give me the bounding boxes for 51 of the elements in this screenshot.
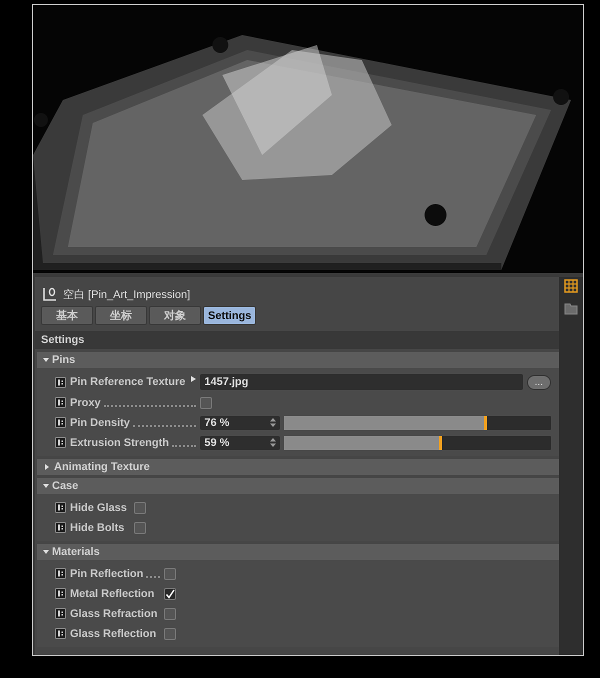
- triangle-icon[interactable]: [191, 376, 196, 382]
- tab[interactable]: 坐标: [95, 306, 147, 325]
- checkbox[interactable]: [164, 608, 176, 620]
- spinner-icon[interactable]: [270, 438, 276, 447]
- tab[interactable]: 基本: [41, 306, 93, 325]
- checkbox[interactable]: [164, 628, 176, 640]
- keyframe-icon[interactable]: [55, 588, 66, 599]
- parameter-label: Glass Refraction: [70, 608, 158, 620]
- number-field[interactable]: 76 %: [200, 416, 280, 430]
- parameter-label: Pin Reference Texture: [70, 376, 186, 388]
- checkbox[interactable]: [200, 396, 212, 408]
- browse-button[interactable]: ...: [526, 374, 551, 390]
- slider-fill[interactable]: [284, 436, 442, 450]
- folder-icon[interactable]: [564, 301, 578, 315]
- object-icon: [43, 286, 57, 302]
- section-header: Settings: [35, 331, 559, 349]
- keyframe-icon[interactable]: [55, 437, 66, 448]
- checkbox[interactable]: [134, 522, 146, 534]
- parameter-label: Extrusion Strength: [70, 436, 170, 448]
- keyframe-icon[interactable]: [55, 376, 66, 388]
- keyframe-icon[interactable]: [55, 397, 66, 408]
- keyframe-icon[interactable]: [55, 608, 66, 619]
- parameter-label: Proxy: [70, 396, 101, 408]
- group-header[interactable]: Case: [37, 478, 559, 494]
- parameter-label: Hide Bolts: [70, 522, 124, 534]
- slider-fill[interactable]: [284, 416, 487, 430]
- tab[interactable]: Settings: [203, 306, 256, 325]
- checkbox[interactable]: [164, 568, 176, 580]
- keyframe-icon[interactable]: [55, 628, 66, 639]
- parameter-label: Metal Reflection: [70, 588, 154, 600]
- file-field[interactable]: 1457.jpg: [200, 374, 523, 390]
- parameter-label: Hide Glass: [70, 502, 127, 514]
- spinner-icon[interactable]: [270, 418, 276, 427]
- slider-track[interactable]: [284, 416, 551, 430]
- parameter-label: Pin Reflection: [70, 568, 144, 580]
- keyframe-icon[interactable]: [55, 522, 66, 533]
- keyframe-icon[interactable]: [55, 568, 66, 579]
- group-header[interactable]: Animating Texture: [37, 459, 559, 475]
- checkbox[interactable]: [164, 588, 176, 600]
- tab[interactable]: 对象: [149, 306, 201, 325]
- group-header[interactable]: Pins: [37, 352, 559, 368]
- parameter-label: Pin Density: [70, 416, 130, 428]
- parameter-label: Glass Reflection: [70, 628, 156, 640]
- keyframe-icon[interactable]: [55, 417, 66, 428]
- grid-icon[interactable]: [564, 279, 578, 293]
- number-field[interactable]: 59 %: [200, 436, 280, 450]
- object-title: 空白 [Pin_Art_Impression]: [63, 288, 190, 302]
- group-header[interactable]: Materials: [37, 544, 559, 560]
- keyframe-icon[interactable]: [55, 502, 66, 513]
- slider-track[interactable]: [284, 436, 551, 450]
- checkbox[interactable]: [134, 502, 146, 514]
